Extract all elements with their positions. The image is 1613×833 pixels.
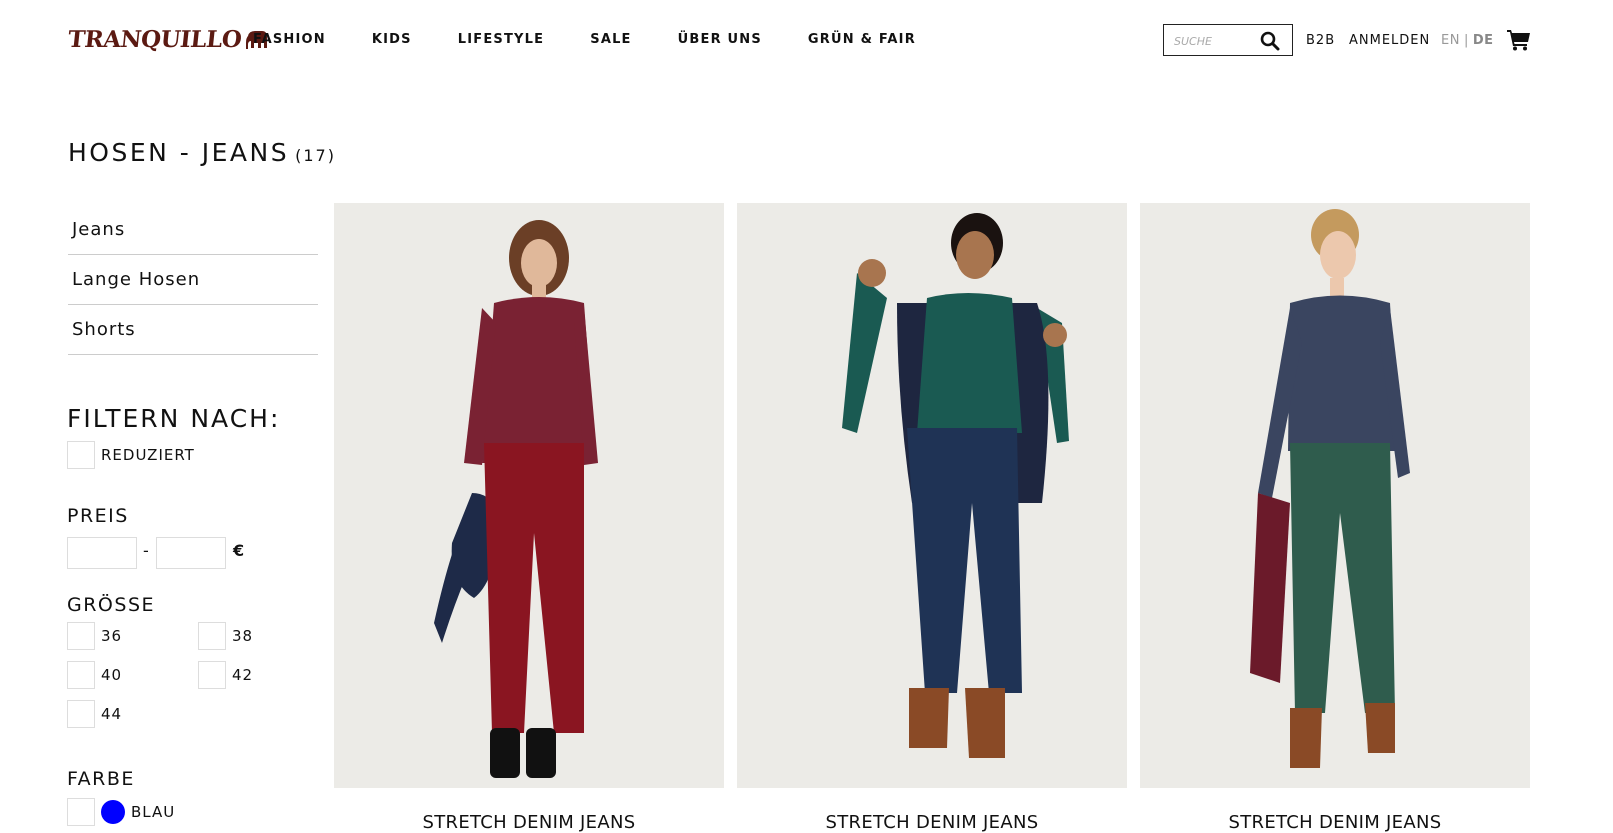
product-photo-figure [1250,209,1410,768]
price-min-input[interactable] [67,537,137,569]
price-label: PREIS [67,505,129,527]
search-box [1163,24,1293,56]
color-option-blau[interactable]: BLAU [67,798,175,826]
reduced-checkbox[interactable] [67,441,95,469]
currency-symbol: € [233,541,245,560]
size-checkbox[interactable] [67,622,95,650]
category-list: Jeans Lange Hosen Shorts [68,205,318,355]
logo-text: TRANQUILLO [66,26,243,53]
lang-de[interactable]: DE [1473,33,1494,48]
logo[interactable]: TRANQUILLO [66,26,269,53]
nav-sale[interactable]: SALE [590,32,631,47]
size-label-40: 40 [101,666,123,684]
lang-separator: | [1463,33,1469,48]
filter-reduced[interactable]: REDUZIERT [67,441,195,469]
product-photo-figure [434,220,598,778]
size-checkbox[interactable] [67,700,95,728]
search-input[interactable] [1172,30,1258,52]
size-checkbox[interactable] [198,622,226,650]
product-count: (17) [295,146,336,165]
size-label-38: 38 [232,627,254,645]
product-image[interactable] [737,203,1127,788]
category-shorts[interactable]: Shorts [68,305,318,355]
product-title[interactable]: STRETCH DENIM JEANS [1140,812,1530,833]
search-icon[interactable] [1260,31,1280,51]
page-title-text: HOSEN - JEANS [68,138,290,167]
reduced-label: REDUZIERT [101,446,195,464]
language-switch: EN | DE [1441,33,1494,48]
nav-fashion[interactable]: FASHION [253,32,326,47]
product-image[interactable] [334,203,724,788]
b2b-link[interactable]: B2B [1306,33,1335,48]
lang-en[interactable]: EN [1441,33,1460,48]
product-title[interactable]: STRETCH DENIM JEANS [334,812,724,833]
nav-lifestyle[interactable]: LIFESTYLE [458,32,545,47]
size-checkbox[interactable] [67,661,95,689]
size-label-42: 42 [232,666,254,684]
color-name-blau: BLAU [131,803,176,821]
category-lange-hosen[interactable]: Lange Hosen [68,255,318,305]
product-card[interactable] [737,203,1127,788]
size-label-44: 44 [101,705,123,723]
product-card[interactable] [1140,203,1530,788]
product-image[interactable] [1140,203,1530,788]
product-title[interactable]: STRETCH DENIM JEANS [737,812,1127,833]
price-dash: - [143,541,149,560]
size-label: GRÖSSE [67,594,156,616]
size-label-36: 36 [101,627,123,645]
size-option-40[interactable]: 40 [67,661,122,689]
filter-heading: FILTERN NACH: [67,404,281,433]
color-swatch-blau [101,800,125,824]
cart-icon[interactable] [1507,29,1531,51]
size-checkbox[interactable] [198,661,226,689]
main-nav: FASHION KIDS LIFESTYLE SALE ÜBER UNS GRÜ… [253,32,962,47]
size-option-36[interactable]: 36 [67,622,122,650]
color-label: FARBE [67,768,135,790]
size-option-42[interactable]: 42 [198,661,253,689]
size-option-44[interactable]: 44 [67,700,122,728]
category-jeans[interactable]: Jeans [68,205,318,255]
price-max-input[interactable] [156,537,226,569]
login-link[interactable]: ANMELDEN [1349,33,1430,48]
nav-kids[interactable]: KIDS [372,32,412,47]
product-card[interactable] [334,203,724,788]
nav-gruen-fair[interactable]: GRÜN & FAIR [808,32,916,47]
page-title: HOSEN - JEANS (17) [68,138,336,167]
nav-ueber-uns[interactable]: ÜBER UNS [678,32,762,47]
color-checkbox[interactable] [67,798,95,826]
product-photo-figure [842,213,1069,758]
size-option-38[interactable]: 38 [198,622,253,650]
